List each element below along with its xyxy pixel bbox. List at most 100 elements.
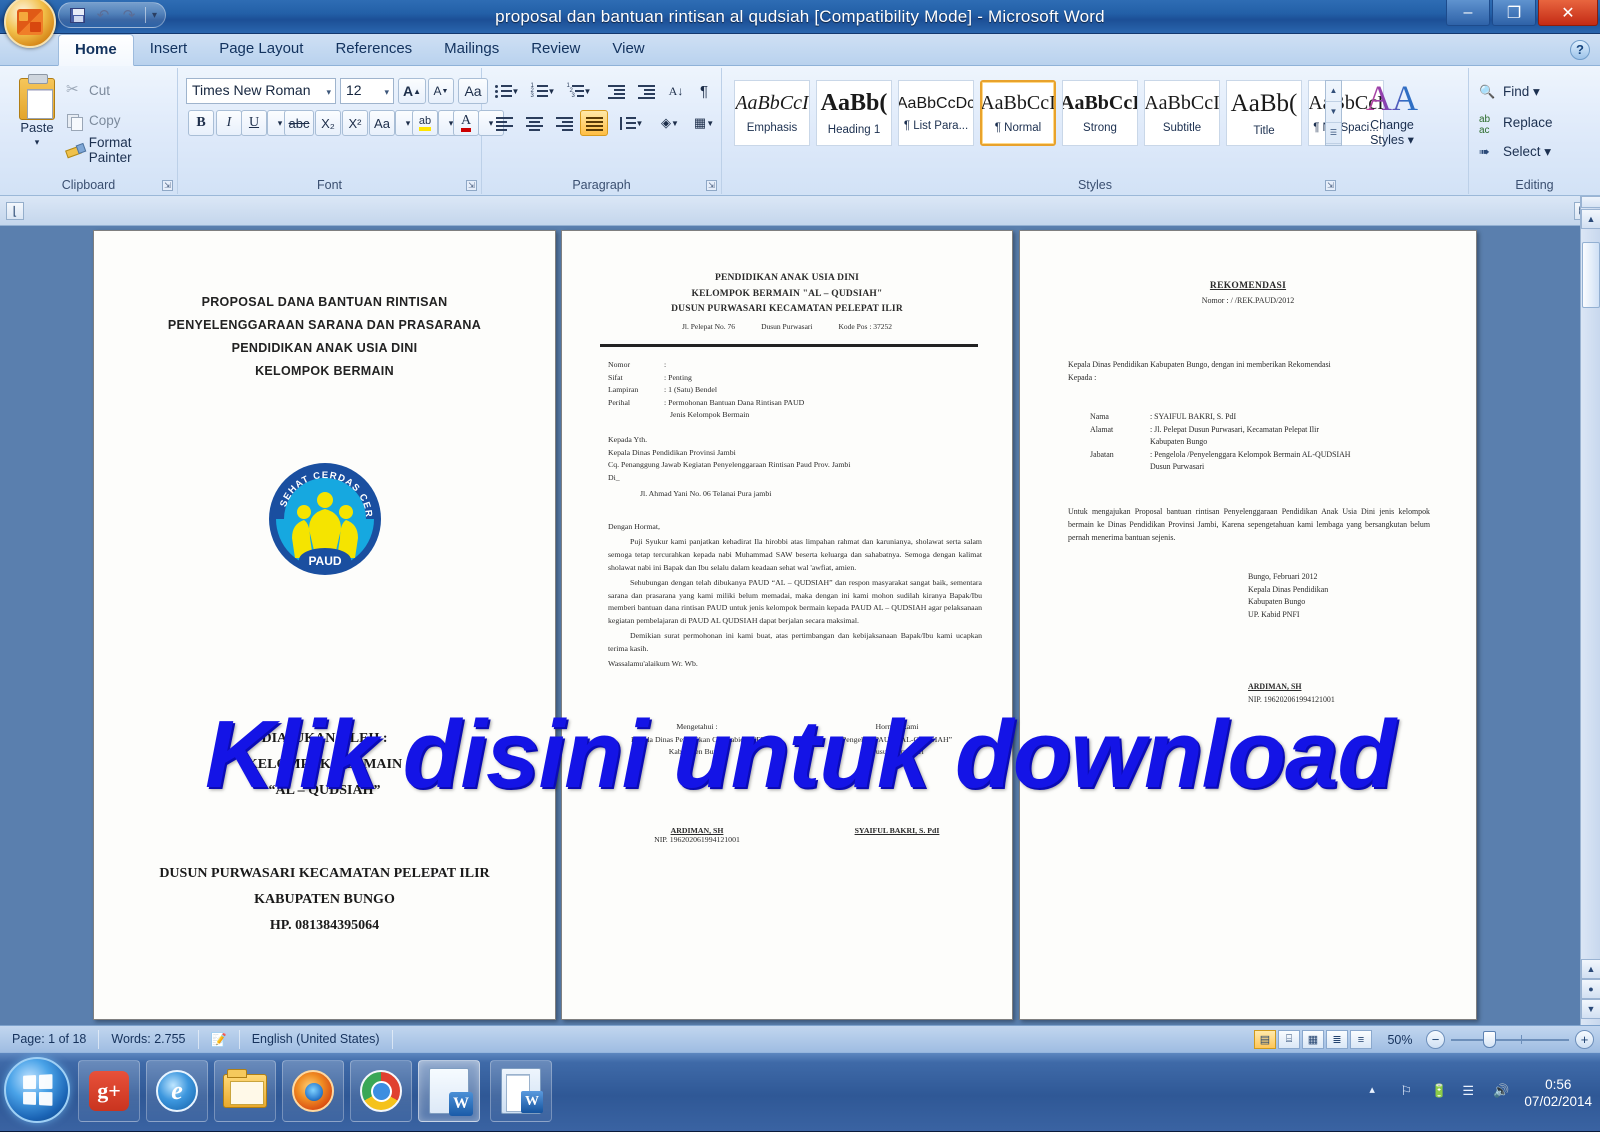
zoom-level[interactable]: 50% bbox=[1380, 1033, 1420, 1047]
redo-button[interactable]: ↷ bbox=[119, 5, 139, 25]
grow-font-button[interactable]: A ▲ bbox=[398, 78, 426, 104]
tab-mailings[interactable]: Mailings bbox=[428, 34, 515, 66]
close-button[interactable]: ✕ bbox=[1538, 0, 1598, 26]
tab-references[interactable]: References bbox=[319, 34, 428, 66]
document-page-2[interactable]: PENDIDIKAN ANAK USIA DINI KELOMPOK BERMA… bbox=[561, 230, 1013, 1020]
view-print-layout[interactable]: ▤ bbox=[1254, 1030, 1276, 1049]
text-highlight-button[interactable]: ab bbox=[412, 110, 438, 136]
strikethrough-button[interactable]: abc bbox=[284, 110, 314, 136]
cut-button[interactable]: Cut bbox=[66, 78, 110, 102]
align-left-button[interactable] bbox=[490, 110, 518, 136]
scroll-thumb[interactable] bbox=[1582, 242, 1600, 308]
change-styles-button[interactable]: AA Change Styles ▾ bbox=[1350, 78, 1434, 170]
show-hidden-icons-button[interactable]: ▴ bbox=[1369, 1083, 1389, 1103]
style-list-paragraph[interactable]: AaBbCcDc ¶ List Para... bbox=[898, 80, 974, 146]
style-heading-1[interactable]: AaBb( Heading 1 bbox=[816, 80, 892, 146]
superscript-button[interactable]: X² bbox=[342, 110, 368, 136]
show-formatting-marks-button[interactable]: ¶ bbox=[690, 78, 718, 104]
next-page-button[interactable]: ▼ bbox=[1581, 999, 1600, 1019]
undo-button[interactable]: ↶ bbox=[93, 5, 113, 25]
style-strong[interactable]: AaBbCcI Strong bbox=[1062, 80, 1138, 146]
styles-scroll-up[interactable]: ▲ bbox=[1326, 81, 1341, 102]
bullets-button[interactable]: ▼ bbox=[490, 78, 524, 104]
font-color-button[interactable]: A bbox=[453, 110, 479, 136]
shrink-font-button[interactable]: A ▼ bbox=[428, 78, 454, 104]
sort-button[interactable]: A↓ bbox=[662, 78, 690, 104]
replace-button[interactable]: ab ac Replace bbox=[1479, 110, 1553, 136]
previous-page-button[interactable]: ▲ bbox=[1581, 959, 1600, 979]
align-center-button[interactable] bbox=[520, 110, 548, 136]
taskbar-item-google-plus[interactable]: g+ bbox=[78, 1060, 140, 1122]
format-painter-button[interactable]: Format Painter bbox=[66, 135, 177, 165]
page-indicator[interactable]: Page: 1 of 18 bbox=[0, 1029, 100, 1049]
styles-scroll-down[interactable]: ▼ bbox=[1326, 102, 1341, 123]
tab-home[interactable]: Home bbox=[58, 34, 134, 66]
decrease-indent-button[interactable] bbox=[602, 78, 630, 104]
styles-more[interactable]: ☰ bbox=[1326, 123, 1341, 144]
scroll-up-button[interactable]: ▲ bbox=[1581, 209, 1600, 229]
vertical-scrollbar[interactable]: ▲ ▲ ● ▼ bbox=[1580, 196, 1600, 1025]
taskbar-item-word-document[interactable] bbox=[490, 1060, 552, 1122]
increase-indent-button[interactable] bbox=[632, 78, 660, 104]
taskbar-item-firefox[interactable] bbox=[282, 1060, 344, 1122]
font-size-combobox[interactable]: 12 ▾ bbox=[340, 78, 394, 104]
shading-button[interactable]: ◈ ▼ bbox=[654, 110, 686, 136]
change-case-button[interactable]: Aa bbox=[369, 110, 395, 136]
language-indicator[interactable]: English (United States) bbox=[240, 1029, 393, 1049]
zoom-out-button[interactable]: − bbox=[1426, 1030, 1445, 1049]
paragraph-dialog-launcher[interactable]: ⇲ bbox=[706, 180, 717, 191]
select-browse-object-button[interactable]: ● bbox=[1581, 979, 1600, 999]
tab-review[interactable]: Review bbox=[515, 34, 596, 66]
copy-button[interactable]: Copy bbox=[66, 108, 121, 132]
style-title[interactable]: AaBb( Title bbox=[1226, 80, 1302, 146]
multilevel-list-button[interactable]: 1 2 3 ▼ bbox=[562, 78, 596, 104]
tab-view[interactable]: View bbox=[596, 34, 660, 66]
start-button[interactable] bbox=[4, 1057, 70, 1123]
proofing-status[interactable]: 📝 bbox=[199, 1029, 240, 1049]
numbering-button[interactable]: 1 2 3 ▼ bbox=[526, 78, 560, 104]
save-button[interactable] bbox=[67, 5, 87, 25]
document-page-3[interactable]: REKOMENDASI Nomor : / /REK.PAUD/2012 Kep… bbox=[1019, 230, 1477, 1020]
styles-dialog-launcher[interactable]: ⇲ bbox=[1325, 180, 1336, 191]
pages-container[interactable]: PROPOSAL DANA BANTUAN RINTISAN PENYELENG… bbox=[0, 226, 1600, 1025]
style-subtitle[interactable]: AaBbCcI Subtitle bbox=[1144, 80, 1220, 146]
view-web-layout[interactable]: ▦ bbox=[1302, 1030, 1324, 1049]
view-draft[interactable]: ≡ bbox=[1350, 1030, 1372, 1049]
battery-icon[interactable]: 🔋 bbox=[1431, 1083, 1451, 1103]
paste-button[interactable]: Paste ▾ bbox=[8, 74, 66, 172]
zoom-in-button[interactable]: + bbox=[1575, 1030, 1594, 1049]
bold-button[interactable]: B bbox=[188, 110, 214, 136]
maximize-button[interactable]: ❐ bbox=[1492, 0, 1536, 26]
font-family-combobox[interactable]: Times New Roman ▾ bbox=[186, 78, 336, 104]
view-outline[interactable]: ≣ bbox=[1326, 1030, 1348, 1049]
italic-button[interactable]: I bbox=[216, 110, 242, 136]
tab-stop-selector[interactable]: ⌊ bbox=[6, 202, 24, 220]
underline-button[interactable]: U bbox=[241, 110, 267, 136]
tab-insert[interactable]: Insert bbox=[134, 34, 204, 66]
styles-scrollbar[interactable]: ▲ ▼ ☰ bbox=[1325, 80, 1342, 146]
align-right-button[interactable] bbox=[550, 110, 578, 136]
action-center-icon[interactable]: ⚐ bbox=[1400, 1083, 1420, 1103]
split-window-handle[interactable] bbox=[1581, 196, 1600, 208]
line-spacing-button[interactable]: ▼ bbox=[614, 110, 648, 136]
minimize-button[interactable]: – bbox=[1446, 0, 1490, 26]
clipboard-dialog-launcher[interactable]: ⇲ bbox=[162, 180, 173, 191]
font-dialog-launcher[interactable]: ⇲ bbox=[466, 180, 477, 191]
subscript-button[interactable]: X₂ bbox=[315, 110, 341, 136]
justify-button[interactable] bbox=[580, 110, 608, 136]
document-page-1[interactable]: PROPOSAL DANA BANTUAN RINTISAN PENYELENG… bbox=[93, 230, 556, 1020]
select-button[interactable]: ➠ Select ▾ bbox=[1479, 140, 1551, 164]
word-count[interactable]: Words: 2.755 bbox=[99, 1029, 199, 1049]
find-button[interactable]: 🔍 Find ▾ bbox=[1479, 80, 1540, 104]
view-full-screen-reading[interactable]: ⌸ bbox=[1278, 1030, 1300, 1049]
zoom-slider-thumb[interactable] bbox=[1483, 1031, 1496, 1048]
tab-page-layout[interactable]: Page Layout bbox=[203, 34, 319, 66]
zoom-slider[interactable] bbox=[1451, 1030, 1569, 1049]
network-signal-icon[interactable]: ☰ bbox=[1462, 1083, 1482, 1103]
clock[interactable]: 0:56 07/02/2014 bbox=[1524, 1076, 1592, 1110]
style-normal[interactable]: AaBbCcI ¶ Normal bbox=[980, 80, 1056, 146]
customize-quick-access-button[interactable]: ▾ bbox=[152, 10, 157, 21]
taskbar-item-windows-explorer[interactable] bbox=[214, 1060, 276, 1122]
taskbar-item-word[interactable] bbox=[418, 1060, 480, 1122]
taskbar-item-chrome[interactable] bbox=[350, 1060, 412, 1122]
